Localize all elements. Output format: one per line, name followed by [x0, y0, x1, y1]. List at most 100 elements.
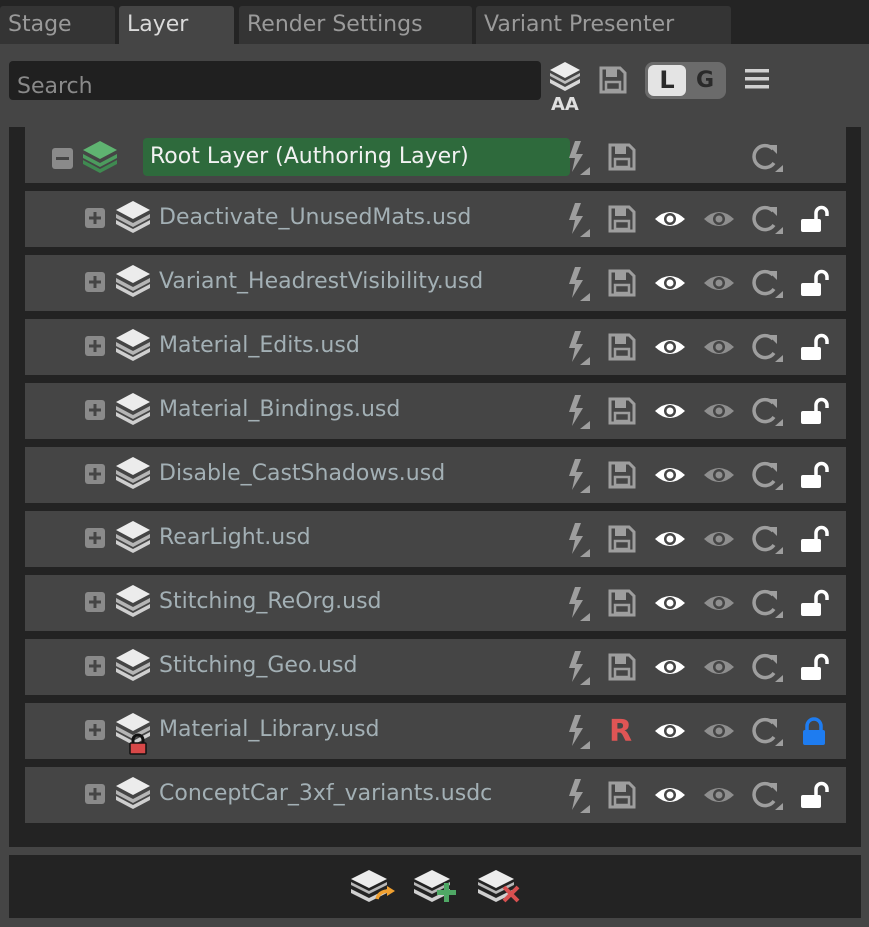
eye-icon[interactable] — [653, 335, 687, 359]
lightning-icon[interactable] — [564, 586, 592, 622]
local-global-toggle[interactable]: L G — [645, 62, 726, 99]
reload-icon[interactable] — [749, 395, 785, 427]
unlock-icon[interactable] — [799, 269, 829, 299]
save-icon[interactable] — [607, 524, 637, 554]
expand-icon[interactable] — [85, 720, 105, 740]
save-icon[interactable] — [607, 204, 637, 234]
unlock-icon[interactable] — [799, 205, 829, 235]
lightning-icon[interactable] — [564, 714, 592, 750]
layer-name[interactable]: Material_Edits.usd — [159, 333, 360, 358]
expand-icon[interactable] — [85, 208, 105, 228]
root-layer-label[interactable]: Root Layer (Authoring Layer) — [143, 138, 570, 176]
reload-icon[interactable] — [749, 331, 785, 363]
eye-global-icon[interactable] — [702, 463, 736, 487]
unlock-icon[interactable] — [799, 781, 829, 811]
unlock-icon[interactable] — [799, 333, 829, 363]
layer-row[interactable]: Material_Edits.usd — [25, 319, 846, 375]
unlock-icon[interactable] — [799, 589, 829, 619]
lightning-icon[interactable] — [564, 650, 592, 686]
eye-global-icon[interactable] — [702, 399, 736, 423]
layer-row[interactable]: Stitching_Geo.usd — [25, 639, 846, 695]
layer-name[interactable]: Variant_HeadrestVisibility.usd — [159, 269, 483, 294]
eye-global-icon[interactable] — [702, 591, 736, 615]
reload-icon[interactable] — [749, 715, 785, 747]
layer-name[interactable]: Material_Library.usd — [159, 717, 380, 742]
eye-icon[interactable] — [653, 399, 687, 423]
save-all-icon[interactable] — [598, 65, 628, 95]
eye-global-icon[interactable] — [702, 527, 736, 551]
layer-name[interactable]: ConceptCar_3xf_variants.usdc — [159, 781, 492, 806]
save-icon[interactable] — [607, 588, 637, 618]
layer-row[interactable]: Variant_HeadrestVisibility.usd — [25, 255, 846, 311]
layer-row[interactable]: Material_Library.usd R — [25, 703, 846, 759]
remove-sublayer-icon[interactable] — [476, 869, 524, 905]
eye-icon[interactable] — [653, 527, 687, 551]
reload-icon[interactable] — [749, 459, 785, 491]
hamburger-menu-icon[interactable] — [744, 67, 770, 91]
eye-icon[interactable] — [653, 591, 687, 615]
lightning-icon[interactable] — [564, 330, 592, 366]
expand-icon[interactable] — [85, 528, 105, 548]
layer-row[interactable]: RearLight.usd — [25, 511, 846, 567]
expand-icon[interactable] — [85, 400, 105, 420]
layer-name[interactable]: Material_Bindings.usd — [159, 397, 400, 422]
tab-render-settings[interactable]: Render Settings — [239, 6, 472, 44]
lightning-icon[interactable] — [564, 266, 592, 302]
layer-name[interactable]: RearLight.usd — [159, 525, 311, 550]
collapse-icon[interactable] — [52, 148, 73, 169]
eye-icon[interactable] — [653, 271, 687, 295]
layer-row[interactable]: Stitching_ReOrg.usd — [25, 575, 846, 631]
toggle-global[interactable]: G — [687, 65, 723, 96]
expand-icon[interactable] — [85, 592, 105, 612]
layer-row[interactable]: Material_Bindings.usd — [25, 383, 846, 439]
lightning-icon[interactable] — [564, 140, 592, 176]
unlock-icon[interactable] — [799, 461, 829, 491]
tab-layer[interactable]: Layer — [119, 6, 234, 44]
expand-icon[interactable] — [85, 784, 105, 804]
reload-icon[interactable] — [749, 587, 785, 619]
eye-global-icon[interactable] — [702, 783, 736, 807]
unlock-icon[interactable] — [799, 653, 829, 683]
reload-icon[interactable] — [749, 523, 785, 555]
eye-global-icon[interactable] — [702, 655, 736, 679]
layer-name[interactable]: Stitching_Geo.usd — [159, 653, 357, 678]
eye-global-icon[interactable] — [702, 207, 736, 231]
save-icon[interactable] — [607, 652, 637, 682]
create-sublayer-icon[interactable] — [412, 869, 460, 905]
reload-icon[interactable] — [749, 141, 785, 173]
layer-row[interactable]: ConceptCar_3xf_variants.usdc — [25, 767, 846, 823]
lightning-icon[interactable] — [564, 202, 592, 238]
lightning-icon[interactable] — [564, 458, 592, 494]
insert-sublayer-icon[interactable] — [349, 869, 397, 905]
reload-icon[interactable] — [749, 779, 785, 811]
lightning-icon[interactable] — [564, 522, 592, 558]
eye-icon[interactable] — [653, 207, 687, 231]
eye-icon[interactable] — [653, 719, 687, 743]
reload-icon[interactable] — [749, 267, 785, 299]
reload-icon[interactable] — [749, 651, 785, 683]
save-icon[interactable] — [607, 142, 637, 172]
lock-icon[interactable] — [799, 717, 829, 747]
unlock-icon[interactable] — [799, 397, 829, 427]
eye-global-icon[interactable] — [702, 271, 736, 295]
layers-auto-authoring-icon[interactable] — [547, 60, 583, 94]
unlock-icon[interactable] — [799, 525, 829, 555]
save-icon[interactable] — [607, 780, 637, 810]
root-layer-row[interactable]: Root Layer (Authoring Layer) — [25, 127, 846, 183]
expand-icon[interactable] — [85, 272, 105, 292]
layer-name[interactable]: Disable_CastShadows.usd — [159, 461, 445, 486]
lightning-icon[interactable] — [564, 394, 592, 430]
reload-icon[interactable] — [749, 203, 785, 235]
eye-icon[interactable] — [653, 655, 687, 679]
eye-global-icon[interactable] — [702, 719, 736, 743]
save-icon[interactable] — [607, 460, 637, 490]
eye-icon[interactable] — [653, 463, 687, 487]
eye-global-icon[interactable] — [702, 335, 736, 359]
layer-row[interactable]: Deactivate_UnusedMats.usd — [25, 191, 846, 247]
save-icon[interactable] — [607, 332, 637, 362]
expand-icon[interactable] — [85, 464, 105, 484]
layer-name[interactable]: Deactivate_UnusedMats.usd — [159, 205, 471, 230]
layer-name[interactable]: Stitching_ReOrg.usd — [159, 589, 382, 614]
tab-variant-presenter[interactable]: Variant Presenter — [476, 6, 731, 44]
eye-icon[interactable] — [653, 783, 687, 807]
